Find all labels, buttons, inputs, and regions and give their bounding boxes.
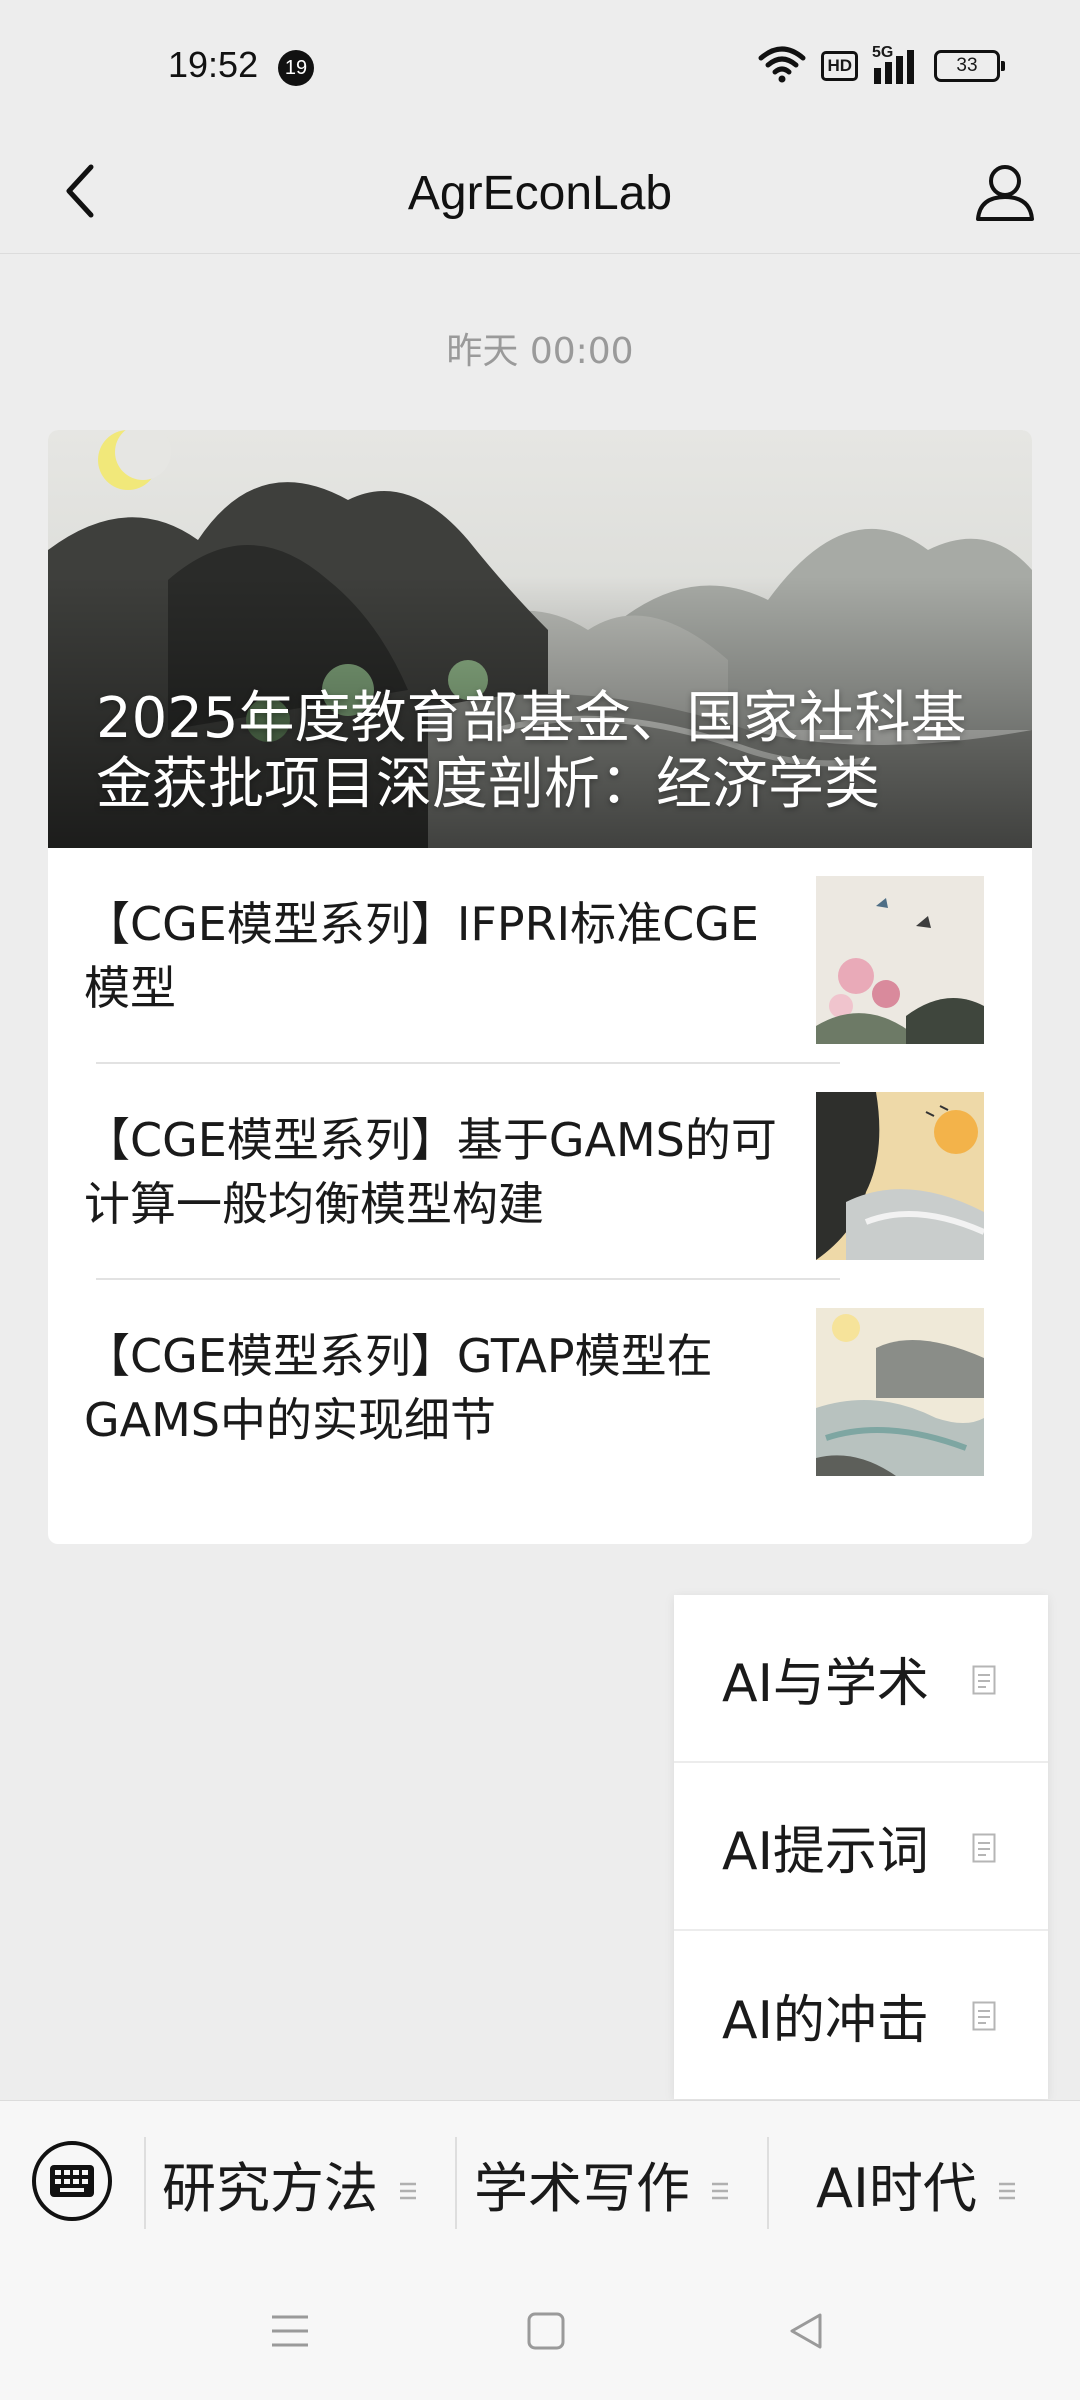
system-nav-bar — [0, 2264, 1080, 2400]
notification-count-badge: 19 — [278, 50, 314, 86]
hd-badge: HD — [821, 51, 858, 81]
butterfly-flowers-thumbnail — [816, 876, 984, 1044]
article-title: 【CGE模型系列】基于GAMS的可计算一般均衡模型构建 — [84, 1113, 777, 1231]
article-thumbnail — [816, 1308, 984, 1476]
document-icon — [972, 1833, 996, 1867]
submenu-lines-icon — [997, 2152, 1017, 2215]
article-thumbnail — [816, 1092, 984, 1260]
menu-label: 研究方法 — [162, 2156, 378, 2220]
mountain-sunset-thumbnail — [816, 1092, 984, 1260]
article-card: 2025年度教育部基金、国家社科基金获批项目深度剖析：经济学类 【CGE模型系列… — [48, 430, 1032, 1544]
battery-indicator: 33 — [934, 50, 1005, 82]
submenu-item-ai-impact[interactable]: AI的冲击 — [674, 1931, 1048, 2099]
article-title: 【CGE模型系列】IFPRI标准CGE模型 — [84, 897, 759, 1015]
divider — [144, 2137, 146, 2229]
system-back-button[interactable] — [776, 2308, 836, 2358]
menu-icon — [270, 2313, 310, 2353]
article-item[interactable]: 【CGE模型系列】基于GAMS的可计算一般均衡模型构建 — [48, 1064, 1032, 1280]
back-button[interactable] — [40, 153, 120, 233]
article-item[interactable]: 【CGE模型系列】GTAP模型在GAMS中的实现细节 — [48, 1280, 1032, 1496]
status-indicators: HD 5G 33 — [757, 44, 1005, 88]
menu-label: 学术写作 — [474, 2156, 690, 2220]
divider — [455, 2137, 457, 2229]
submenu-item-label: AI的冲击 — [722, 1990, 929, 2051]
submenu-item-label: AI与学术 — [722, 1653, 929, 1714]
person-icon — [974, 161, 1036, 227]
menu-label: AI时代 — [816, 2156, 977, 2220]
signal-5g-icon: 5G — [872, 44, 920, 86]
nav-bar: AgrEconLab — [0, 135, 1080, 254]
article-title: 【CGE模型系列】GTAP模型在GAMS中的实现细节 — [84, 1329, 713, 1447]
wifi-icon — [757, 44, 807, 88]
menu-research-methods[interactable]: 研究方法 — [162, 2101, 418, 2265]
menu-ai-era[interactable]: AI时代 — [816, 2101, 1017, 2265]
menu-academic-writing[interactable]: 学术写作 — [474, 2101, 730, 2265]
document-icon — [972, 2001, 996, 2035]
status-bar: 19:52 19 HD 5G 33 — [0, 0, 1080, 135]
submenu-item-ai-academia[interactable]: AI与学术 — [674, 1595, 1048, 1763]
home-square-icon — [526, 2311, 566, 2355]
system-recents-button[interactable] — [260, 2308, 320, 2358]
profile-button[interactable] — [960, 149, 1050, 239]
back-triangle-icon — [786, 2311, 826, 2355]
submenu-item-label: AI提示词 — [722, 1821, 929, 1882]
page-title: AgrEconLab — [407, 167, 673, 220]
article-thumbnail — [816, 876, 984, 1044]
submenu-popup: AI与学术 AI提示词 AI的冲击 — [674, 1595, 1048, 2099]
message-timestamp: 昨天 00:00 — [446, 331, 634, 372]
system-home-button[interactable] — [516, 2308, 576, 2358]
cover-article[interactable]: 2025年度教育部基金、国家社科基金获批项目深度剖析：经济学类 — [48, 430, 1032, 848]
status-time: 19:52 — [168, 44, 259, 85]
divider — [767, 2137, 769, 2229]
chevron-left-icon — [63, 163, 97, 223]
submenu-lines-icon — [398, 2152, 418, 2215]
document-icon — [972, 1665, 996, 1699]
submenu-lines-icon — [710, 2152, 730, 2215]
cover-article-title: 2025年度教育部基金、国家社科基金获批项目深度剖析：经济学类 — [96, 686, 967, 817]
official-account-menu-bar: 研究方法 学术写作 AI时代 — [0, 2100, 1080, 2265]
keyboard-toggle-button[interactable] — [30, 2139, 114, 2223]
keyboard-icon — [30, 2141, 114, 2227]
misty-lake-thumbnail — [816, 1308, 984, 1476]
submenu-item-ai-prompts[interactable]: AI提示词 — [674, 1763, 1048, 1931]
article-item[interactable]: 【CGE模型系列】IFPRI标准CGE模型 — [48, 848, 1032, 1064]
